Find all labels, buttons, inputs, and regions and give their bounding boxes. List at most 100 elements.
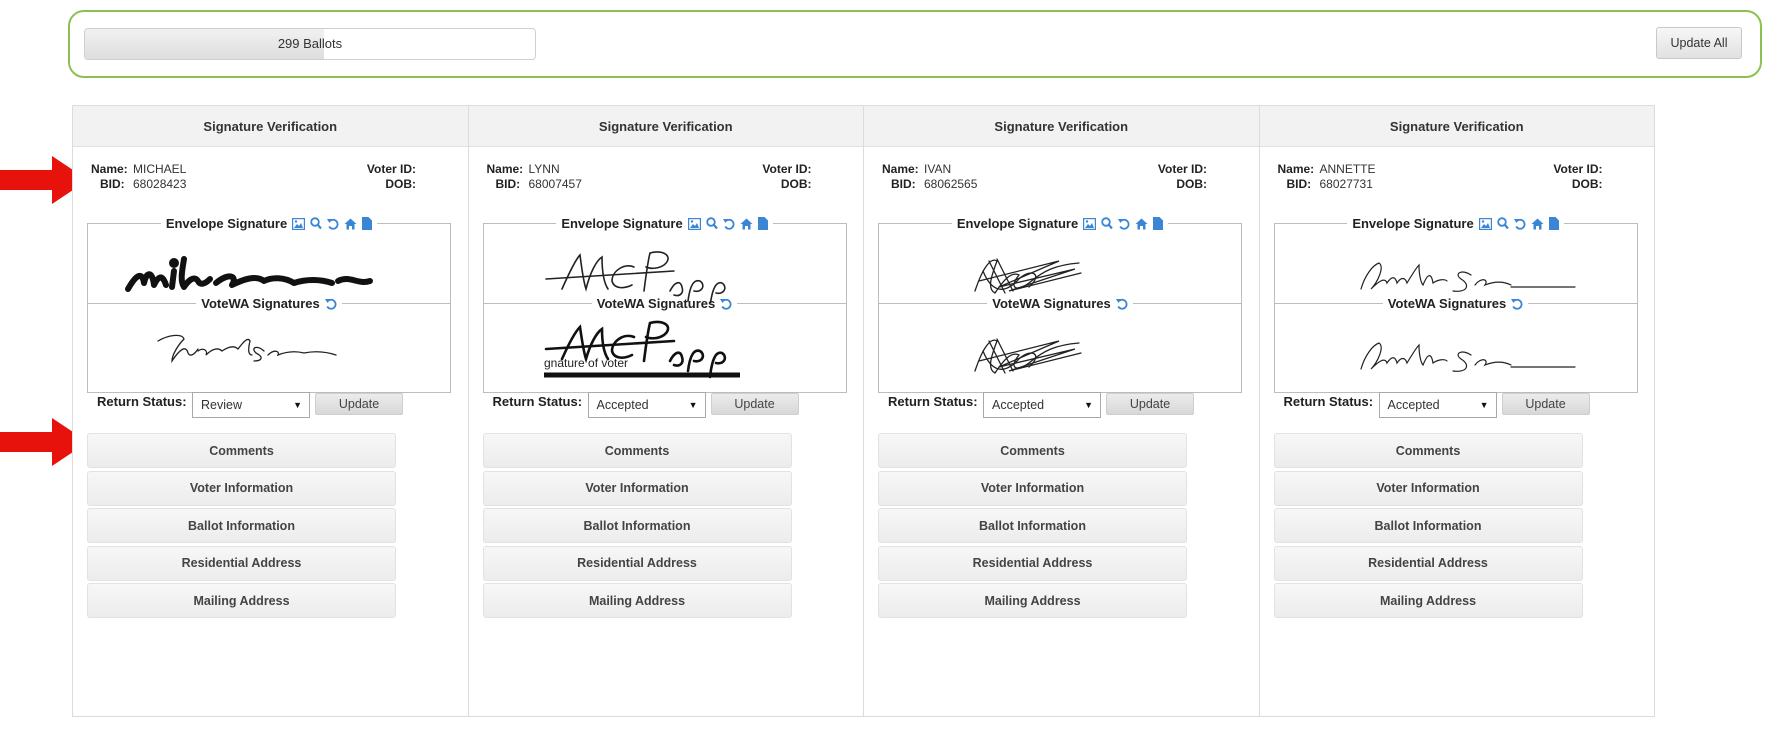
return-status-value: Accepted	[1387, 398, 1440, 412]
return-status-label: Return Status:	[492, 394, 583, 409]
section-comments-button[interactable]: Comments	[87, 433, 396, 468]
voter-name: IVAN	[924, 162, 952, 176]
image-icon[interactable]	[687, 217, 701, 230]
return-status-select[interactable]: Review ▼	[192, 392, 310, 418]
section-ballot-information-button[interactable]: Ballot Information	[1273, 508, 1583, 543]
detail-sections: Comments Voter Information Ballot Informat…	[482, 433, 792, 621]
dob-label: DOB:	[1571, 177, 1603, 191]
home-icon[interactable]	[344, 218, 357, 230]
detail-sections: Comments Voter Information Ballot Informat…	[878, 433, 1187, 621]
return-status-label: Return Status:	[97, 394, 187, 409]
signature-overlay-text: gnature of voter	[544, 356, 628, 370]
update-all-button[interactable]: Update All	[1656, 27, 1742, 59]
section-ballot-information-button[interactable]: Ballot Information	[482, 508, 792, 543]
ballot-id: 68028423	[133, 177, 187, 191]
return-status-select[interactable]: Accepted ▼	[587, 392, 706, 418]
votewa-signature-image	[1359, 342, 1576, 372]
bid-label: BID:	[1286, 177, 1312, 191]
signature-tools	[1478, 217, 1559, 230]
voter-name: ANNETTE	[1319, 162, 1376, 176]
voter-id-label: Voter ID:	[762, 162, 812, 176]
signature-tools	[292, 217, 373, 230]
ballot-count-label: 299 Ballots	[277, 36, 343, 51]
section-residential-address-button[interactable]: Residential Address	[878, 545, 1187, 581]
section-voter-information-button[interactable]: Voter Information	[482, 470, 792, 506]
name-label: Name:	[486, 162, 524, 176]
file-icon[interactable]	[1548, 217, 1559, 230]
file-icon[interactable]	[362, 217, 373, 230]
rotate-icon[interactable]	[1115, 298, 1128, 310]
rotate-icon[interactable]	[1511, 298, 1523, 310]
section-voter-information-button[interactable]: Voter Information	[1273, 470, 1583, 506]
section-mailing-address-button[interactable]: Mailing Address	[878, 583, 1187, 618]
rotate-icon[interactable]	[1513, 218, 1526, 230]
ballot-progress-bar: 299 Ballots	[84, 28, 536, 60]
ballot-id: 68062565	[924, 177, 978, 191]
file-icon[interactable]	[1153, 217, 1164, 230]
envelope-signature-box: Envelope Signature	[1273, 216, 1638, 308]
search-icon[interactable]	[705, 217, 718, 230]
votewa-signature-box: VoteWA Signatures	[1273, 296, 1638, 393]
update-button[interactable]: Update	[710, 393, 799, 415]
votewa-signature-box: VoteWA Signatures	[87, 296, 451, 393]
top-bar: 299 Ballots Update All	[68, 10, 1762, 78]
voter-info: Name: ANNETTE Voter ID: BID: 68027731 DO…	[1278, 162, 1633, 192]
rotate-icon[interactable]	[720, 298, 732, 310]
caret-down-icon: ▼	[1084, 400, 1093, 410]
votewa-signature-box: VoteWA Signatures gnature of voter	[482, 296, 847, 393]
image-icon[interactable]	[1083, 217, 1097, 230]
rotate-icon[interactable]	[1118, 218, 1130, 230]
envelope-signature-title: Envelope Signature	[165, 216, 288, 231]
section-voter-information-button[interactable]: Voter Information	[87, 470, 396, 506]
return-status-select[interactable]: Accepted ▼	[1378, 392, 1497, 418]
home-icon[interactable]	[1531, 218, 1544, 230]
rotate-icon[interactable]	[324, 298, 337, 310]
search-icon[interactable]	[1496, 217, 1509, 230]
section-comments-button[interactable]: Comments	[1273, 433, 1583, 468]
section-residential-address-button[interactable]: Residential Address	[1273, 545, 1583, 581]
update-button[interactable]: Update	[1501, 393, 1590, 415]
card-header: Signature Verification	[73, 106, 468, 147]
section-mailing-address-button[interactable]: Mailing Address	[1273, 583, 1583, 618]
bid-label: BID:	[495, 177, 521, 191]
card-header: Signature Verification	[468, 106, 863, 147]
caret-down-icon: ▼	[1479, 400, 1489, 410]
voter-info: Name: MICHAEL Voter ID: BID: 68028423 DO…	[91, 162, 446, 192]
search-icon[interactable]	[1101, 217, 1114, 230]
section-residential-address-button[interactable]: Residential Address	[482, 545, 792, 581]
envelope-signature-title: Envelope Signature	[561, 216, 683, 231]
search-icon[interactable]	[310, 217, 323, 230]
section-voter-information-button[interactable]: Voter Information	[878, 470, 1187, 506]
envelope-signature-box: Envelope Signature	[878, 216, 1242, 308]
dob-label: DOB:	[1176, 177, 1207, 191]
section-ballot-information-button[interactable]: Ballot Information	[878, 508, 1187, 543]
rotate-icon[interactable]	[327, 218, 339, 230]
caret-down-icon: ▼	[293, 400, 302, 410]
home-icon[interactable]	[1135, 218, 1148, 230]
voter-info: Name: LYNN Voter ID: BID: 68007457 DOB:	[487, 162, 842, 192]
file-icon[interactable]	[757, 217, 768, 230]
section-mailing-address-button[interactable]: Mailing Address	[482, 583, 792, 618]
bid-label: BID:	[100, 177, 125, 191]
update-button[interactable]: Update	[315, 393, 403, 415]
section-ballot-information-button[interactable]: Ballot Information	[87, 508, 396, 543]
update-button[interactable]: Update	[1106, 393, 1194, 415]
rotate-icon[interactable]	[722, 218, 735, 230]
return-status-label: Return Status:	[1283, 394, 1374, 409]
image-icon[interactable]	[1478, 217, 1492, 230]
section-residential-address-button[interactable]: Residential Address	[87, 545, 396, 581]
return-status-row: Return Status: Accepted ▼ Update	[888, 389, 1238, 419]
votewa-signature-image	[974, 338, 1082, 374]
section-comments-button[interactable]: Comments	[482, 433, 792, 468]
section-comments-button[interactable]: Comments	[878, 433, 1187, 468]
home-icon[interactable]	[740, 218, 753, 230]
envelope-signature-box: Envelope Signature	[87, 216, 451, 308]
voter-name: LYNN	[528, 162, 560, 176]
signature-card: Signature Verification Name: IVAN Voter …	[863, 105, 1260, 717]
envelope-signature-title: Envelope Signature	[1352, 216, 1474, 231]
votewa-signature-image: gnature of voter	[543, 320, 740, 379]
return-status-row: Return Status: Review ▼ Update	[97, 389, 447, 419]
return-status-select[interactable]: Accepted ▼	[983, 392, 1101, 418]
section-mailing-address-button[interactable]: Mailing Address	[87, 583, 396, 618]
image-icon[interactable]	[292, 217, 306, 230]
